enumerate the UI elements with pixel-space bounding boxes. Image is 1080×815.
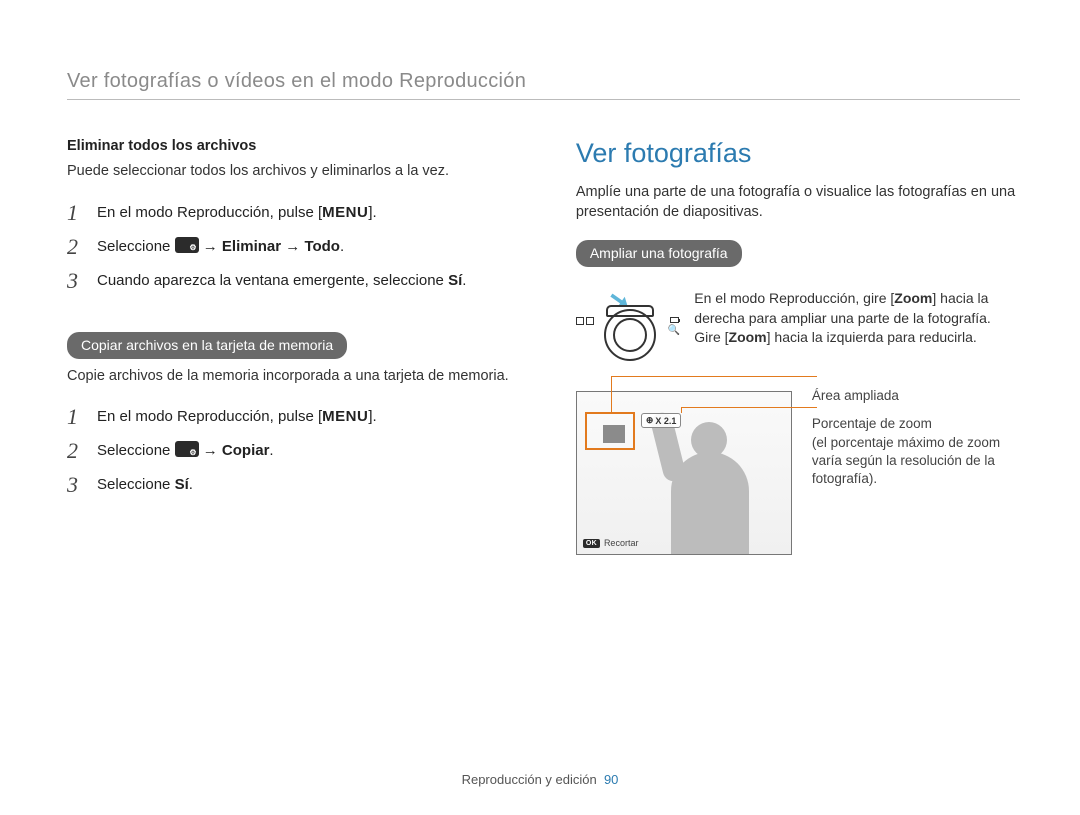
callout-zoom-ratio-note: (el porcentaje máximo de zoom varía segú… (812, 434, 1020, 489)
zoom-description: En el modo Reproducción, gire [Zoom] hac… (694, 289, 1020, 348)
step-2: 2 Seleccione → Eliminar → Todo. (67, 236, 526, 258)
zoom-ratio-badge: ⊕ X 2.1 (641, 413, 682, 428)
crop-hint: OK Recortar (583, 538, 639, 548)
step-text: Seleccione (97, 442, 175, 459)
delete-all-intro: Puede seleccionar todos los archivos y e… (67, 162, 526, 182)
battery-icon (670, 317, 679, 323)
step-number: 1 (67, 202, 85, 224)
status-icons (576, 317, 594, 325)
grid-icon (586, 317, 594, 325)
step-text: → (199, 238, 222, 255)
copiar-label: Copiar (222, 442, 270, 459)
magnifier-icon: 🔍 (668, 325, 680, 336)
zoom-instruction-row: 🔍 En el modo Reproducción, gire [Zoom] h… (576, 289, 1020, 371)
ver-fotografias-heading: Ver fotografías (576, 138, 1020, 169)
ver-fotografias-intro: Amplíe una parte de una fotografía o vis… (576, 183, 1020, 222)
todo-label: Todo (304, 238, 340, 255)
camera-screen-preview: ⊕ X 2.1 OK Recortar (576, 391, 792, 555)
copy-section-pill: Copiar archivos en la tarjeta de memoria (67, 332, 347, 359)
ok-button-icon: OK (583, 539, 600, 548)
right-column: Ver fotografías Amplíe una parte de una … (576, 138, 1020, 555)
magnifier-plus-icon: ⊕ (646, 415, 654, 426)
delete-all-steps: 1 En el modo Reproducción, pulse [MENU].… (67, 202, 526, 292)
grid-icon (576, 317, 584, 325)
step-number: 3 (67, 270, 85, 292)
step-1: 1 En el modo Reproducción, pulse [MENU]. (67, 406, 526, 428)
step-3: 3 Seleccione Sí. (67, 474, 526, 496)
step-1: 1 En el modo Reproducción, pulse [MENU]. (67, 202, 526, 224)
zoom-dial-illustration (600, 291, 662, 371)
step-text: Seleccione (97, 476, 175, 493)
step-text: → (199, 442, 222, 459)
step-number: 3 (67, 474, 85, 496)
copy-steps: 1 En el modo Reproducción, pulse [MENU].… (67, 406, 526, 496)
person-silhouette (647, 416, 767, 554)
step-3: 3 Cuando aparezca la ventana emergente, … (67, 270, 526, 292)
step-text: Cuando aparezca la ventana emergente, se… (97, 272, 448, 289)
zoom-ratio-value: X 2.1 (655, 416, 676, 426)
footer-section: Reproducción y edición (462, 772, 597, 787)
settings-camera-icon (175, 237, 199, 253)
crop-label: Recortar (604, 538, 639, 548)
step-text: . (269, 442, 273, 459)
ampliar-pill: Ampliar una fotografía (576, 240, 742, 267)
zoom-diagram-row: ⊕ X 2.1 OK Recortar Área ampliada Porcen… (576, 391, 1020, 555)
step-2: 2 Seleccione → Copiar. (67, 440, 526, 462)
menu-label: MENU (322, 204, 368, 221)
step-text: . (462, 272, 466, 289)
si-label: Sí (448, 272, 462, 289)
callout-area-ampliada: Área ampliada (812, 387, 1020, 405)
settings-camera-icon (175, 441, 199, 457)
title-divider (67, 99, 1020, 100)
copy-intro: Copie archivos de la memoria incorporada… (67, 367, 526, 387)
eliminar-label: Eliminar (222, 238, 281, 255)
step-text: En el modo Reproducción, pulse [ (97, 408, 322, 425)
step-number: 2 (67, 440, 85, 462)
step-text: ]. (368, 204, 376, 221)
step-text: . (189, 476, 193, 493)
footer-page-number: 90 (604, 772, 618, 787)
callout-zoom-ratio: Porcentaje de zoom (812, 415, 1020, 433)
page-footer: Reproducción y edición 90 (0, 772, 1080, 787)
enlarged-area-indicator (585, 412, 635, 450)
step-text: . (340, 238, 344, 255)
step-text: ]. (368, 408, 376, 425)
menu-label: MENU (322, 408, 368, 425)
step-number: 2 (67, 236, 85, 258)
left-column: Eliminar todos los archivos Puede selecc… (67, 138, 526, 555)
delete-all-heading: Eliminar todos los archivos (67, 138, 526, 154)
step-text: En el modo Reproducción, pulse [ (97, 204, 322, 221)
step-text: Seleccione (97, 238, 175, 255)
step-number: 1 (67, 406, 85, 428)
si-label: Sí (175, 476, 189, 493)
breadcrumb-title: Ver fotografías o vídeos en el modo Repr… (67, 70, 1020, 93)
step-text: → (281, 238, 304, 255)
